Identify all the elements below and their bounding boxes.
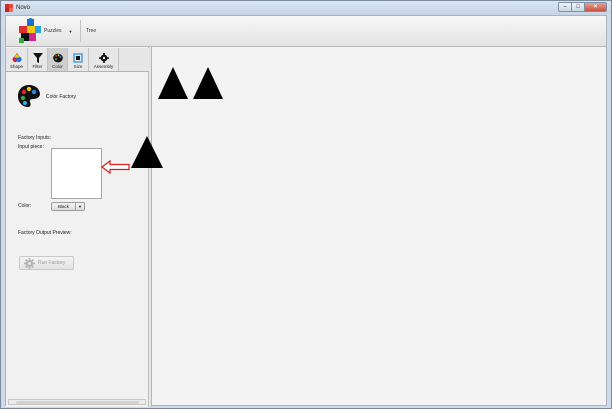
color-palette-icon (18, 85, 40, 107)
tree-label: Tree (86, 28, 97, 34)
chevron-down-icon: ▼ (68, 28, 73, 34)
app-icon (5, 4, 13, 12)
client-area: Puzzles ▼ Tree Shape Filter Color Size A… (5, 15, 607, 407)
app-window: Novo – □ × Puzzles ▼ Tree Shape Filter C… (0, 0, 612, 409)
color-factory-pane: Color Factory Factory Inputs: Input piec… (6, 73, 148, 393)
puzzle-logo-icon[interactable] (16, 18, 42, 44)
tab-size[interactable]: Size (68, 48, 89, 71)
tab-color[interactable]: Color (48, 48, 68, 71)
chevron-down-icon: ▼ (75, 203, 84, 210)
tab-filter-label: Filter (32, 64, 43, 69)
tab-shape-label: Shape (9, 64, 23, 69)
tab-color-label: Color (52, 64, 63, 69)
output-preview-label: Factory Output Preview: (18, 230, 72, 236)
close-button[interactable]: × (585, 2, 607, 12)
run-factory-label: Run Factory (38, 260, 66, 266)
filter-icon (32, 53, 43, 63)
puzzle-canvas[interactable] (152, 47, 606, 405)
triangle-piece[interactable] (193, 67, 223, 99)
toolbar: Puzzles ▼ Tree (6, 16, 606, 47)
factory-panel: Shape Filter Color Size Assembly Color F… (6, 47, 149, 407)
run-factory-button[interactable]: Run Factory (19, 256, 74, 270)
triangle-piece[interactable] (158, 67, 188, 99)
tree-button[interactable]: Tree (86, 23, 102, 39)
puzzles-dropdown-button[interactable]: Puzzles ▼ (44, 23, 78, 39)
tab-size-label: Size (73, 64, 83, 69)
palette-icon (52, 53, 63, 63)
maximize-button[interactable]: □ (572, 2, 585, 12)
gear-icon (24, 257, 35, 269)
horizontal-scrollbar[interactable] (8, 399, 146, 405)
gear-icon (98, 53, 109, 63)
color-select-value: Black (57, 204, 69, 209)
toolbar-separator (80, 20, 81, 42)
factory-inputs-label: Factory Inputs: (18, 135, 52, 141)
factory-tabs: Shape Filter Color Size Assembly (6, 48, 149, 72)
tab-assembly[interactable]: Assembly (89, 48, 119, 71)
title-bar[interactable]: Novo – □ × (1, 1, 611, 15)
tab-filter[interactable]: Filter (28, 48, 48, 71)
color-label: Color: (18, 203, 32, 209)
minimize-button[interactable]: – (558, 2, 572, 12)
window-title: Novo (16, 5, 31, 11)
window-controls: – □ × (558, 2, 607, 12)
puzzles-label: Puzzles (44, 28, 62, 34)
tab-assembly-label: Assembly (93, 64, 114, 69)
drop-arrow-icon (101, 160, 130, 174)
factory-title: Color Factory (46, 94, 77, 100)
dragged-triangle-piece[interactable] (131, 136, 163, 168)
shape-icon (12, 53, 22, 63)
resize-icon (73, 53, 83, 63)
tab-shape[interactable]: Shape (6, 48, 28, 71)
input-piece-label: Input piece: (18, 144, 44, 150)
scrollbar-thumb[interactable] (16, 401, 139, 404)
color-select[interactable]: Black ▼ (51, 202, 85, 211)
input-piece-slot[interactable] (51, 148, 102, 199)
